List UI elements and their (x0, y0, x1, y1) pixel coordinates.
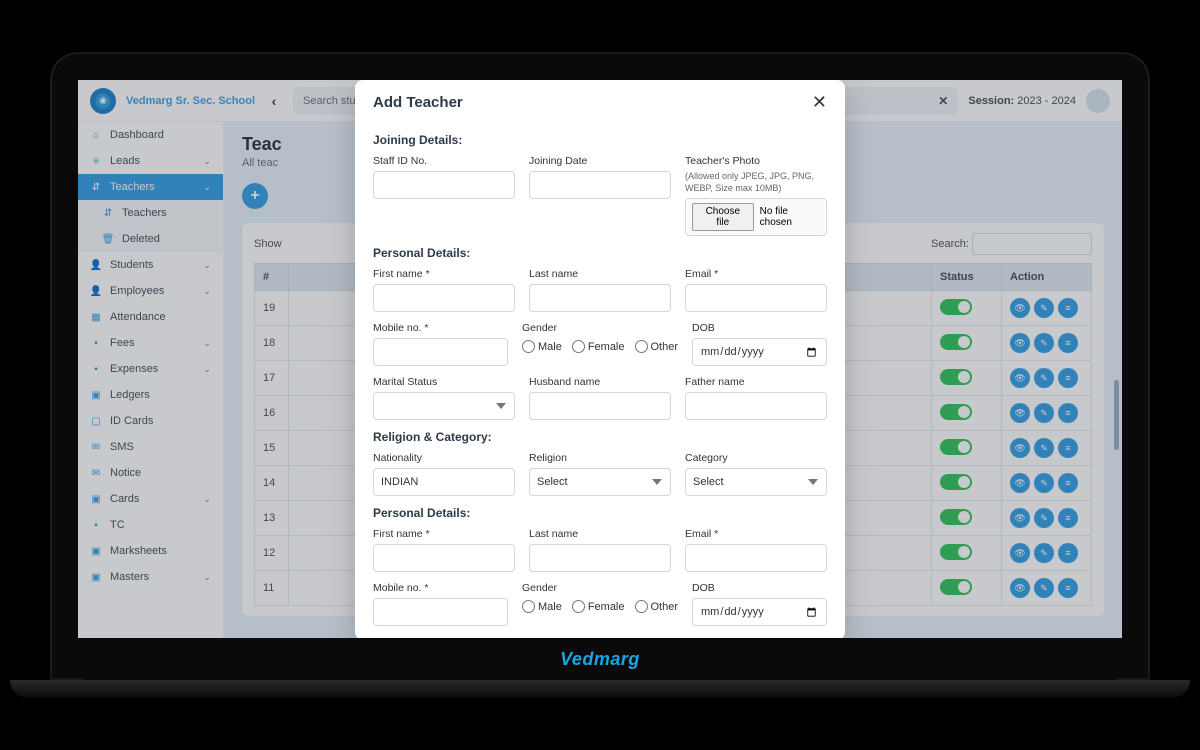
label-email: Email * (685, 268, 827, 280)
laptop-base (10, 680, 1190, 698)
bezel: ◉ Vedmarg Sr. Sec. School ‹ ✕ Session: 2… (50, 52, 1150, 680)
label-nationality: Nationality (373, 452, 515, 464)
section-personal-2: Personal Details: (373, 506, 827, 520)
category-select[interactable]: Select (685, 468, 827, 496)
gender-female-radio[interactable] (572, 340, 585, 353)
label-religion: Religion (529, 452, 671, 464)
dob-input[interactable] (692, 338, 827, 366)
label-last-name: Last name (529, 268, 671, 280)
mobile-input[interactable] (373, 338, 508, 366)
first-name-input-2[interactable] (373, 544, 515, 572)
dob-input-2[interactable] (692, 598, 827, 626)
gender-other-radio[interactable] (635, 340, 648, 353)
section-personal-1: Personal Details: (373, 246, 827, 260)
staff-id-input[interactable] (373, 171, 515, 199)
email-input-2[interactable] (685, 544, 827, 572)
husband-input[interactable] (529, 392, 671, 420)
laptop-frame: ◉ Vedmarg Sr. Sec. School ‹ ✕ Session: 2… (50, 52, 1150, 698)
label-dob: DOB (692, 322, 827, 334)
label-mobile: Mobile no. * (373, 322, 508, 334)
add-teacher-modal: Add Teacher ✕ Joining Details: Staff ID … (355, 80, 845, 638)
modal-body: Joining Details: Staff ID No. Joining Da… (355, 119, 845, 638)
section-joining: Joining Details: (373, 133, 827, 147)
label-father: Father name (685, 376, 827, 388)
file-status: No file chosen (760, 206, 820, 228)
last-name-input-2[interactable] (529, 544, 671, 572)
screen: ◉ Vedmarg Sr. Sec. School ‹ ✕ Session: 2… (78, 80, 1122, 638)
nationality-input[interactable] (373, 468, 515, 496)
laptop-chin: Vedmarg (78, 638, 1122, 680)
modal-title: Add Teacher (373, 94, 463, 111)
first-name-input[interactable] (373, 284, 515, 312)
label-marital: Marital Status (373, 376, 515, 388)
label-husband: Husband name (529, 376, 671, 388)
gender-other-radio-2[interactable] (635, 600, 648, 613)
father-input[interactable] (685, 392, 827, 420)
gender-female-radio-2[interactable] (572, 600, 585, 613)
file-picker[interactable]: Choose file No file chosen (685, 198, 827, 236)
close-modal-icon[interactable]: ✕ (812, 92, 827, 113)
mobile-input-2[interactable] (373, 598, 508, 626)
brand-logo: Vedmarg (560, 649, 640, 670)
label-category: Category (685, 452, 827, 464)
label-first-name: First name * (373, 268, 515, 280)
label-gender: Gender (522, 322, 678, 334)
section-religion: Religion & Category: (373, 430, 827, 444)
marital-select[interactable] (373, 392, 515, 420)
choose-file-button[interactable]: Choose file (692, 203, 754, 231)
gender-male-radio-2[interactable] (522, 600, 535, 613)
email-input[interactable] (685, 284, 827, 312)
joining-date-input[interactable] (529, 171, 671, 199)
religion-select[interactable]: Select (529, 468, 671, 496)
photo-hint: (Allowed only JPEG, JPG, PNG, WEBP, Size… (685, 171, 827, 194)
last-name-input[interactable] (529, 284, 671, 312)
label-staff-id: Staff ID No. (373, 155, 515, 167)
gender-male-radio[interactable] (522, 340, 535, 353)
label-photo: Teacher's Photo (685, 155, 827, 167)
label-joining-date: Joining Date (529, 155, 671, 167)
